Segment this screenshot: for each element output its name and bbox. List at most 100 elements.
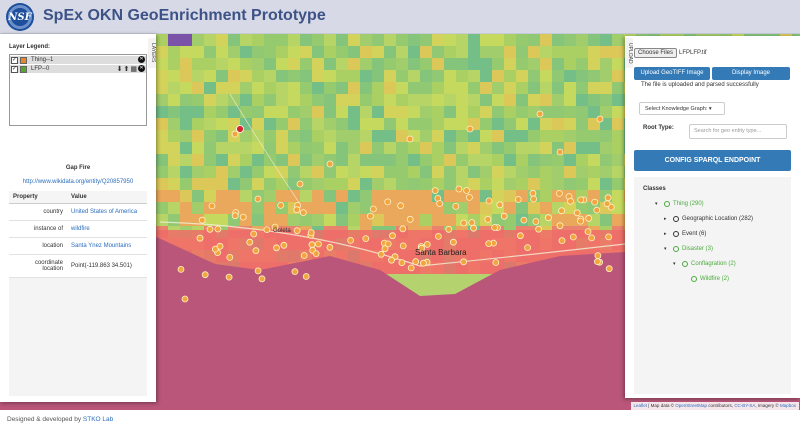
raster-cell bbox=[168, 166, 180, 178]
leaflet-link[interactable]: Leaflet bbox=[634, 403, 648, 408]
raster-cell bbox=[288, 118, 300, 130]
raster-cell bbox=[252, 70, 264, 82]
config-sparql-button[interactable]: CONFIG SPARQL ENDPOINT bbox=[634, 150, 791, 171]
raster-cell bbox=[420, 118, 432, 130]
raster-cell bbox=[240, 154, 252, 166]
raster-cell bbox=[540, 190, 552, 202]
close-icon[interactable]: ✕ bbox=[138, 56, 145, 63]
layers-tab[interactable]: LAYERS bbox=[148, 38, 156, 68]
raster-cell bbox=[228, 154, 240, 166]
caret-down-icon[interactable]: ▾ bbox=[655, 201, 661, 207]
raster-cell bbox=[264, 190, 276, 202]
tree-node-thing[interactable]: ▾ Thing (290) bbox=[655, 201, 704, 207]
tree-label: Conflagration (2) bbox=[691, 261, 736, 267]
fire-marker bbox=[577, 217, 584, 225]
fire-marker bbox=[384, 198, 392, 206]
raster-cell bbox=[372, 214, 384, 226]
radio-icon[interactable] bbox=[682, 261, 688, 267]
fire-marker bbox=[532, 218, 540, 225]
caret-right-icon[interactable]: ▸ bbox=[664, 231, 670, 237]
fire-marker bbox=[381, 245, 389, 253]
tree-node-geographic-location[interactable]: ▸ Geographic Location (282) bbox=[664, 216, 753, 222]
raster-cell bbox=[612, 94, 624, 106]
raster-cell bbox=[312, 214, 324, 226]
radio-icon[interactable] bbox=[673, 216, 679, 222]
choose-files-button[interactable]: Choose Files bbox=[634, 48, 678, 58]
raster-cell bbox=[528, 130, 540, 142]
raster-cell bbox=[576, 46, 588, 58]
layer-row-lfp[interactable]: ✓ LFP--0 ⬇ ⬆ ▦ ✕ bbox=[10, 65, 146, 73]
raster-cell bbox=[516, 46, 528, 58]
checkbox-icon[interactable]: ✓ bbox=[11, 56, 18, 64]
raster-cell bbox=[420, 154, 432, 166]
raster-cell bbox=[480, 34, 492, 46]
raster-cell bbox=[240, 106, 252, 118]
property-value-link[interactable]: wildfire bbox=[67, 220, 147, 238]
osm-link[interactable]: OpenStreetMap bbox=[675, 403, 707, 408]
display-image-button[interactable]: Display Image bbox=[712, 67, 790, 80]
raster-cell bbox=[504, 94, 516, 106]
raster-cell bbox=[600, 154, 612, 166]
move-down-icon[interactable]: ⬇ bbox=[117, 65, 123, 73]
fire-marker bbox=[326, 243, 334, 251]
raster-cell bbox=[492, 178, 504, 190]
caret-down-icon[interactable]: ▾ bbox=[664, 246, 670, 252]
fire-marker bbox=[577, 196, 585, 204]
tree-node-conflagration[interactable]: ▾ Conflagration (2) bbox=[673, 261, 736, 267]
checkbox-icon[interactable]: ✓ bbox=[11, 65, 18, 73]
property-value-link[interactable]: United States of America bbox=[67, 203, 147, 221]
legend-icon[interactable]: ▦ bbox=[130, 65, 137, 73]
raster-cell bbox=[576, 166, 588, 178]
raster-cell bbox=[456, 34, 468, 46]
raster-cell bbox=[252, 142, 264, 154]
raster-cell bbox=[588, 94, 600, 106]
raster-cell bbox=[408, 202, 420, 214]
radio-icon[interactable] bbox=[691, 276, 697, 282]
mapbox-link[interactable]: Mapbox bbox=[780, 403, 796, 408]
raster-cell bbox=[408, 154, 420, 166]
raster-cell bbox=[612, 70, 624, 82]
root-type-input[interactable]: Search for geo entity type... bbox=[689, 124, 787, 139]
raster-cell bbox=[192, 34, 204, 46]
raster-cell bbox=[360, 142, 372, 154]
knowledge-graph-dropdown[interactable]: Select Knowledge Graph: ▾ bbox=[639, 102, 725, 115]
upload-geotiff-button[interactable]: Upload GeoTIFF Image bbox=[634, 67, 710, 80]
raster-cell bbox=[192, 46, 204, 58]
caret-right-icon[interactable]: ▸ bbox=[664, 216, 670, 222]
tree-node-event[interactable]: ▸ Event (6) bbox=[664, 231, 706, 237]
raster-cell bbox=[288, 106, 300, 118]
raster-cell bbox=[516, 34, 528, 46]
caret-down-icon[interactable]: ▾ bbox=[673, 261, 679, 267]
raster-cell bbox=[276, 154, 288, 166]
raster-cell bbox=[432, 106, 444, 118]
raster-cell bbox=[384, 142, 396, 154]
feature-uri-link[interactable]: http://www.wikidata.org/entity/Q20857950 bbox=[0, 179, 156, 185]
license-link[interactable]: CC-BY-SA bbox=[734, 403, 755, 408]
tree-node-disaster[interactable]: ▾ Disaster (3) bbox=[664, 246, 713, 252]
raster-cell bbox=[396, 58, 408, 70]
close-icon[interactable]: ✕ bbox=[138, 65, 145, 72]
fire-marker bbox=[573, 209, 581, 217]
upload-tab[interactable]: UPLOAD bbox=[625, 38, 633, 68]
raster-cell bbox=[528, 154, 540, 166]
tree-node-wildfire[interactable]: Wildfire (2) bbox=[691, 276, 729, 282]
radio-icon[interactable] bbox=[673, 231, 679, 237]
property-value-link[interactable]: Santa Ynez Mountains bbox=[67, 237, 147, 255]
fire-marker bbox=[536, 110, 544, 118]
raster-cell bbox=[204, 82, 216, 94]
fire-marker bbox=[593, 206, 601, 214]
layer-row-thing[interactable]: ✓ Thing--1 ✕ bbox=[10, 56, 146, 64]
radio-icon[interactable] bbox=[664, 201, 670, 207]
selected-fire-marker bbox=[236, 125, 244, 133]
raster-cell bbox=[492, 154, 504, 166]
move-up-icon[interactable]: ⬆ bbox=[124, 65, 130, 73]
raster-cell bbox=[600, 130, 612, 142]
radio-icon[interactable] bbox=[673, 246, 679, 252]
raster-cell bbox=[276, 178, 288, 190]
raster-cell bbox=[324, 70, 336, 82]
raster-cell bbox=[312, 82, 324, 94]
raster-cell bbox=[300, 106, 312, 118]
raster-cell bbox=[312, 106, 324, 118]
raster-cell bbox=[576, 70, 588, 82]
stko-lab-link[interactable]: STKO Lab bbox=[83, 416, 113, 423]
